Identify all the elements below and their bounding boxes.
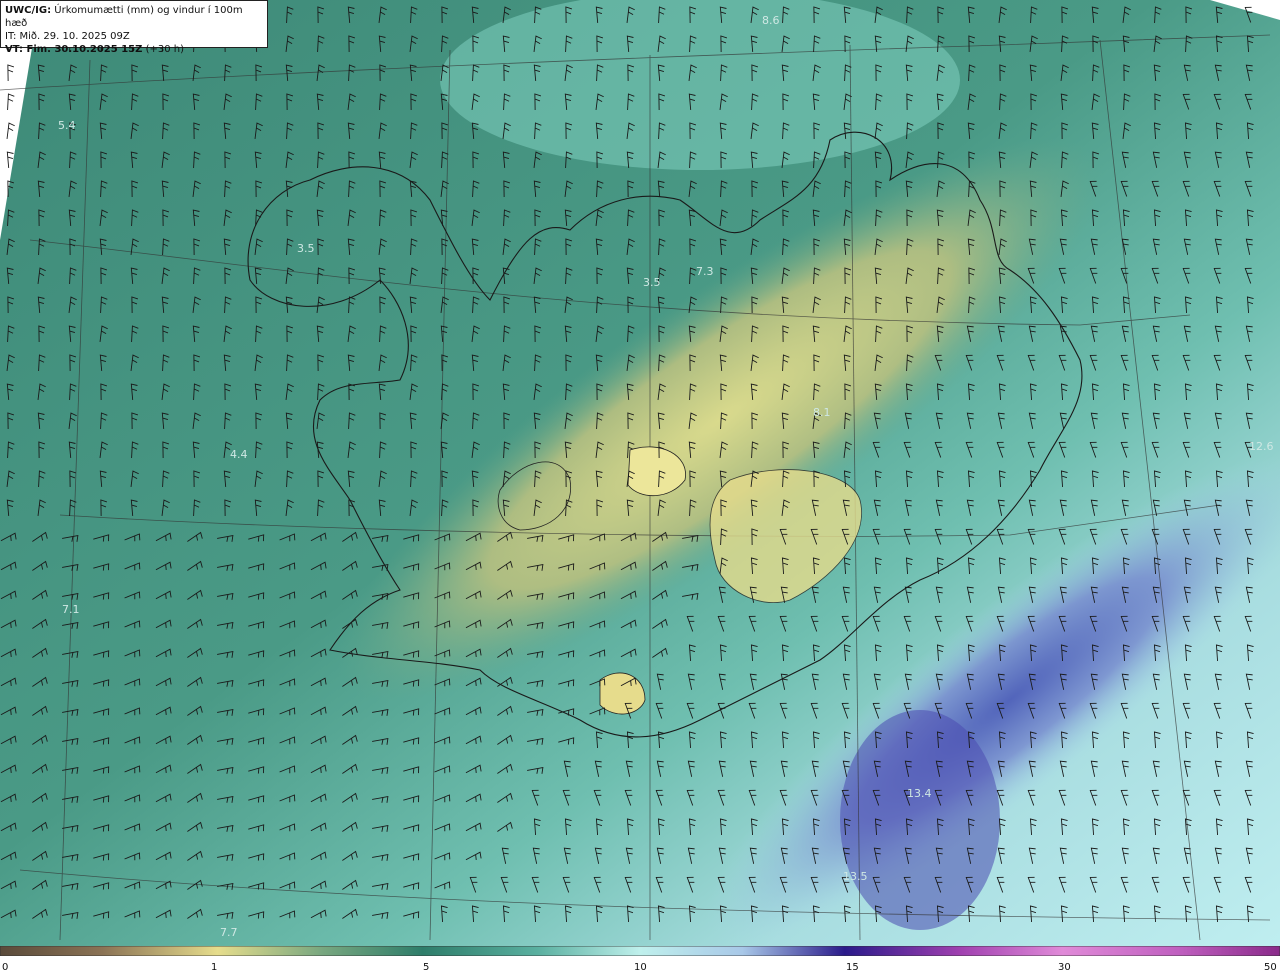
wind-barb-icon [7,93,15,111]
precip-max-blue [840,710,1000,930]
colorbar-ticks: 0 1 5 10 15 30 50 [0,960,1280,978]
precipitation-map [0,0,1280,946]
title-line: UWC/IG: Úrkomumætti (mm) og vindur í 100… [5,4,263,30]
colorbar-tick: 1 [211,962,218,973]
value-label: 12.6 [1249,440,1274,453]
colorbar-tick: 5 [423,962,430,973]
wind-barb-icon [7,64,15,82]
colorbar-tick: 10 [634,962,647,973]
model-label: UWC/IG: [5,5,52,16]
value-label: 5.4 [58,119,76,132]
value-label: 8.1 [813,406,831,419]
weather-map-stage: UWC/IG: Úrkomumætti (mm) og vindur í 100… [0,0,1280,978]
colorbar-tick: 0 [2,962,9,973]
colorbar [0,946,1280,956]
value-label: 8.6 [762,14,780,27]
value-label: 7.1 [62,603,80,616]
info-box: UWC/IG: Úrkomumætti (mm) og vindur í 100… [0,0,268,55]
value-label: 7.3 [696,265,714,278]
value-label: 7.7 [220,926,238,939]
value-label: 3.5 [297,242,315,255]
value-label: 4.4 [230,448,248,461]
colorbar-tick: 50 [1264,962,1277,973]
value-label: 13.5 [843,870,868,883]
colorbar-tick: 30 [1058,962,1071,973]
value-label: 13.4 [907,787,932,800]
init-time: IT: Mið. 29. 10. 2025 09Z [5,31,130,42]
colorbar-gradient [0,946,1280,956]
valid-time: VT: Fim. 30.10.2025 15Z [5,44,143,55]
colorbar-tick: 15 [846,962,859,973]
forecast-offset: (+30 h) [145,44,184,55]
wind-barb-icon [6,122,15,139]
valid-time-line: VT: Fim. 30.10.2025 15Z (+30 h) [5,43,263,56]
value-label: 3.5 [643,276,661,289]
